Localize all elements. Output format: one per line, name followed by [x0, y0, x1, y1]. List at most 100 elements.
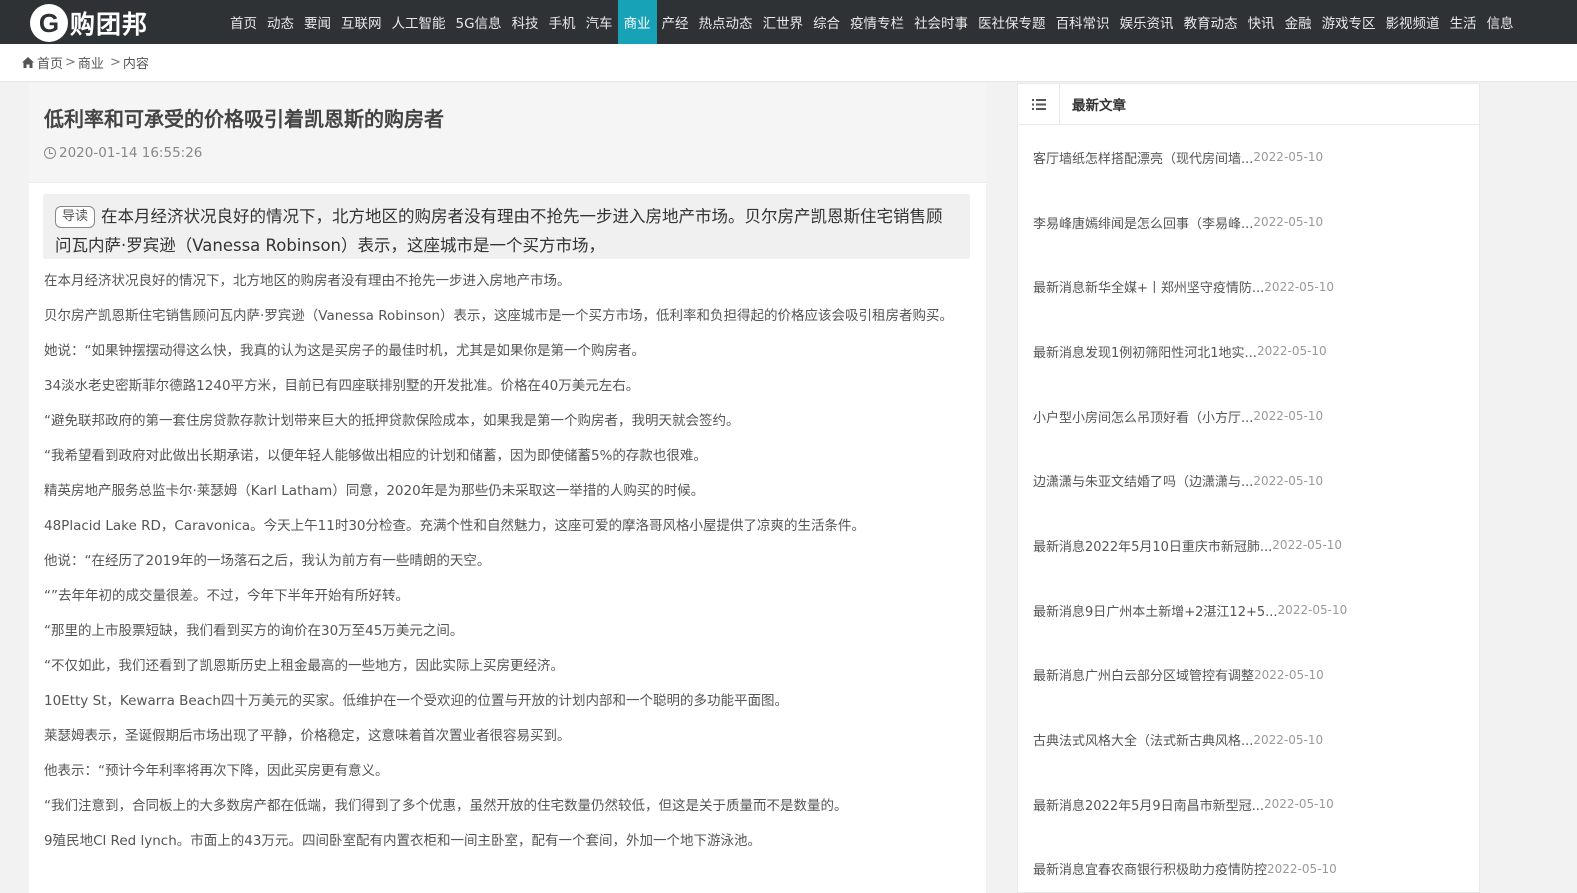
- nav-item[interactable]: 医社保专题: [973, 0, 1051, 44]
- list-icon: [1031, 98, 1046, 110]
- latest-article-item[interactable]: 小户型小房间怎么吊顶好看（小方厅... 2022-05-10: [1033, 384, 1479, 449]
- nav-item[interactable]: 产经: [657, 0, 694, 44]
- latest-article-title[interactable]: 客厅墙纸怎样搭配漂亮（现代房间墙...: [1033, 148, 1253, 167]
- nav-item[interactable]: 社会时事: [909, 0, 973, 44]
- article-paragraph: 贝尔房产凯恩斯住宅销售顾问瓦内萨·罗宾逊（Vanessa Robinson）表示…: [44, 308, 954, 324]
- nav-item[interactable]: 百科常识: [1051, 0, 1115, 44]
- latest-article-date: 2022-05-10: [1253, 732, 1324, 747]
- latest-article-item[interactable]: 古典法式风格大全（法式新古典风格... 2022-05-10: [1033, 707, 1479, 772]
- nav-item[interactable]: 娱乐资讯: [1115, 0, 1179, 44]
- article-paragraph: 莱瑟姆表示，圣诞假期后市场出现了平静，价格稳定，这意味着首次置业者很容易买到。: [44, 728, 571, 744]
- latest-article-date: 2022-05-10: [1264, 279, 1335, 294]
- latest-articles-list: 客厅墙纸怎样搭配漂亮（现代房间墙... 2022-05-10 李易峰唐嫣绯闻是怎么回…: [1018, 125, 1479, 893]
- latest-article-item[interactable]: 李易峰唐嫣绯闻是怎么回事（李易峰... 2022-05-10: [1033, 190, 1479, 255]
- nav-item[interactable]: 互联网: [336, 0, 387, 44]
- summary-tag: 导读: [55, 206, 96, 228]
- latest-article-date: 2022-05-10: [1253, 215, 1324, 230]
- home-icon: [22, 57, 34, 68]
- latest-article-item[interactable]: 客厅墙纸怎样搭配漂亮（现代房间墙... 2022-05-10: [1033, 125, 1479, 190]
- latest-article-title[interactable]: 边潇潇与朱亚文结婚了吗（边潇潇与...: [1033, 471, 1253, 490]
- latest-article-item[interactable]: 最新消息新华全媒+丨郑州坚守疫情防... 2022-05-10: [1033, 254, 1479, 319]
- latest-article-title[interactable]: 最新消息2022年5月9日南昌市新型冠...: [1033, 795, 1264, 814]
- latest-article-date: 2022-05-10: [1254, 667, 1324, 682]
- nav-item[interactable]: 汇世界: [758, 0, 809, 44]
- article-paragraph: 48Placid Lake RD，Caravonica。今天上午11时30分检查…: [44, 518, 866, 534]
- article-header: 低利率和可承受的价格吸引着凯恩斯的购房者 2020-01-14 16:55:26: [29, 83, 986, 183]
- latest-articles-sidebar: 最新文章 客厅墙纸怎样搭配漂亮（现代房间墙... 2022-05-10 李易峰唐嫣绯…: [1017, 83, 1480, 893]
- latest-article-title[interactable]: 最新消息新华全媒+丨郑州坚守疫情防...: [1033, 277, 1264, 296]
- article-paragraph: 34淡水老史密斯菲尔德路1240平方米，目前已有四座联排别墅的开发批准。价格在4…: [44, 378, 640, 394]
- latest-article-date: 2022-05-10: [1264, 797, 1334, 812]
- article-paragraph: 9殖民地Cl Red lynch。市面上的43万元。四间卧室配有内置衣柜和一间主…: [44, 833, 761, 849]
- site-logo[interactable]: G 购团邦: [30, 4, 148, 42]
- latest-article-item[interactable]: 边潇潇与朱亚文结婚了吗（边潇潇与... 2022-05-10: [1033, 448, 1479, 513]
- nav-item[interactable]: 信息: [1482, 0, 1519, 44]
- article-panel: 低利率和可承受的价格吸引着凯恩斯的购房者 2020-01-14 16:55:26…: [29, 83, 986, 893]
- latest-article-date: 2022-05-10: [1253, 150, 1324, 165]
- breadcrumb-current: 内容: [122, 57, 149, 72]
- latest-article-title[interactable]: 小户型小房间怎么吊顶好看（小方厅...: [1033, 407, 1253, 426]
- nav-item[interactable]: 人工智能: [387, 0, 451, 44]
- nav-item[interactable]: 要闻: [299, 0, 336, 44]
- latest-article-title[interactable]: 最新消息宜春农商银行积极助力疫情防控: [1033, 859, 1267, 878]
- nav-item[interactable]: 5G信息: [451, 0, 507, 44]
- nav-item[interactable]: 热点动态: [694, 0, 758, 44]
- nav-item[interactable]: 疫情专栏: [845, 0, 909, 44]
- article-paragraph: 他说：“在经历了2019年的一场落石之后，我认为前方有一些晴朗的天空。: [44, 553, 491, 569]
- breadcrumb-section[interactable]: 商业: [78, 53, 104, 72]
- latest-article-date: 2022-05-10: [1253, 473, 1324, 488]
- article-paragraph: 10Etty St，Kewarra Beach四十万美元的买家。低维护在一个受欢…: [44, 693, 788, 709]
- latest-article-date: 2022-05-10: [1253, 409, 1324, 424]
- article-summary: 导读 在本月经济状况良好的情况下，北方地区的购房者没有理由不抢先一步进入房地产市场…: [43, 194, 970, 259]
- latest-article-item[interactable]: 最新消息9日广州本土新增+2湛江12+5... 2022-05-10: [1033, 578, 1479, 643]
- nav-item[interactable]: 影视频道: [1381, 0, 1445, 44]
- article-paragraph: 她说：“如果钟摆摆动得这么快，我真的认为这是买房子的最佳时机，尤其是如果你是第一…: [44, 343, 645, 359]
- nav-item[interactable]: 动态: [262, 0, 299, 44]
- logo-mark: G: [30, 4, 68, 42]
- article-body: 在本月经济状况良好的情况下，北方地区的购房者没有理由不抢先一步进入房地产市场。贝…: [44, 269, 956, 864]
- latest-article-item[interactable]: 最新消息广州白云部分区域管控有调整 2022-05-10: [1033, 643, 1479, 708]
- latest-article-title[interactable]: 最新消息9日广州本土新增+2湛江12+5...: [1033, 601, 1278, 620]
- nav-item[interactable]: 综合: [808, 0, 845, 44]
- article-title: 低利率和可承受的价格吸引着凯恩斯的购房者: [44, 107, 444, 131]
- article-paragraph: 在本月经济状况良好的情况下，北方地区的购房者没有理由不抢先一步进入房地产市场。: [44, 273, 571, 289]
- nav-item[interactable]: 汽车: [581, 0, 618, 44]
- article-paragraph: 精英房地产服务总监卡尔·莱瑟姆（Karl Latham）同意，2020年是为那些…: [44, 483, 705, 499]
- nav-item[interactable]: 首页: [225, 0, 262, 44]
- latest-article-title[interactable]: 最新消息广州白云部分区域管控有调整: [1033, 665, 1254, 684]
- article-paragraph: “”去年年初的成交量很差。不过，今年下半年开始有所好转。: [44, 588, 409, 604]
- sidebar-header: 最新文章: [1018, 83, 1479, 125]
- latest-article-item[interactable]: 最新消息发现1例初筛阳性河北1地实... 2022-05-10: [1033, 319, 1479, 384]
- latest-article-title[interactable]: 李易峰唐嫣绯闻是怎么回事（李易峰...: [1033, 213, 1253, 232]
- latest-article-item[interactable]: 最新消息2022年5月9日南昌市新型冠... 2022-05-10: [1033, 772, 1479, 837]
- nav-item[interactable]: 游戏专区: [1317, 0, 1381, 44]
- article-paragraph: “那里的上市股票短缺，我们看到买方的询价在30万至45万美元之间。: [44, 623, 464, 639]
- latest-article-date: 2022-05-10: [1256, 344, 1327, 359]
- top-navbar: G 购团邦 首页 动态 要闻 互联网 人工智能 5G信息 科技 手机 汽车 商业 产经 热点动态 汇世界…: [0, 0, 1577, 44]
- nav-item[interactable]: 手机: [544, 0, 581, 44]
- nav-item[interactable]: 科技: [507, 0, 544, 44]
- article-paragraph: “我们注意到，合同板上的大多数房产都在低端，我们得到了多个优惠，虽然开放的住宅数…: [44, 798, 848, 814]
- list-icon: [1018, 83, 1060, 125]
- breadcrumb-home[interactable]: 首页: [37, 53, 63, 72]
- nav-item[interactable]: 生活: [1445, 0, 1482, 44]
- article-paragraph: “我希望看到政府对此做出长期承诺，以便年轻人能够做出相应的计划和储蓄，因为即使储…: [44, 448, 707, 464]
- article-paragraph: “避免联邦政府的第一套住房贷款存款计划带来巨大的抵押贷款保险成本，如果我是第一个…: [44, 413, 740, 429]
- breadcrumb-separator: >: [65, 55, 76, 70]
- latest-article-date: 2022-05-10: [1277, 603, 1348, 618]
- latest-article-title[interactable]: 最新消息发现1例初筛阳性河北1地实...: [1033, 342, 1257, 361]
- latest-article-title[interactable]: 最新消息2022年5月10日重庆市新冠肺...: [1033, 536, 1272, 555]
- nav-item[interactable]: 快讯: [1243, 0, 1280, 44]
- latest-article-date: 2022-05-10: [1267, 861, 1337, 876]
- breadcrumb: 首页 > 商业 > 内容: [0, 44, 1577, 82]
- article-paragraph: “不仅如此，我们还看到了凯恩斯历史上租金最高的一些地方，因此实际上买房更经济。: [44, 658, 564, 674]
- nav-item[interactable]: 商业: [617, 0, 657, 44]
- article-date: 2020-01-14 16:55:26: [44, 145, 202, 161]
- main-nav: 首页 动态 要闻 互联网 人工智能 5G信息 科技 手机 汽车 商业 产经 热点动态 汇世界 综合 疫情专栏…: [225, 0, 1519, 44]
- sidebar-title: 最新文章: [1072, 98, 1126, 114]
- latest-article-item[interactable]: 最新消息2022年5月10日重庆市新冠肺... 2022-05-10: [1033, 513, 1479, 578]
- latest-article-item[interactable]: 最新消息宜春农商银行积极助力疫情防控 2022-05-10: [1033, 837, 1479, 893]
- latest-article-title[interactable]: 古典法式风格大全（法式新古典风格...: [1033, 730, 1253, 749]
- nav-item[interactable]: 金融: [1280, 0, 1317, 44]
- nav-item[interactable]: 教育动态: [1179, 0, 1243, 44]
